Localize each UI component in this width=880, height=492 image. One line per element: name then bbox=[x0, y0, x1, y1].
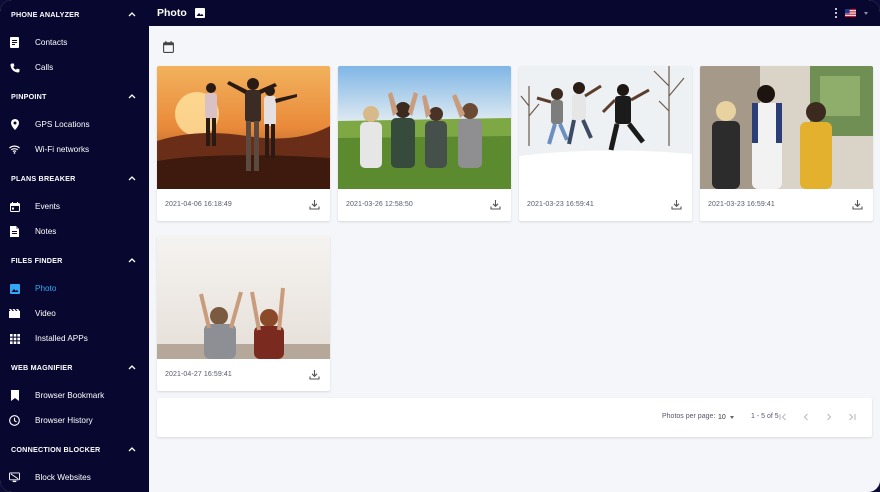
chevron-up-icon bbox=[127, 362, 137, 372]
sidebar-item-label: Wi-Fi networks bbox=[35, 145, 90, 154]
section-title: PLANS BREAKER bbox=[11, 173, 76, 183]
photo-card[interactable]: 2021-04-27 16:59:41 bbox=[157, 236, 330, 391]
bookmark-icon bbox=[9, 390, 20, 401]
photo-card[interactable]: 2021-03-23 16:59:41 bbox=[700, 66, 873, 221]
language-dropdown-caret[interactable] bbox=[864, 12, 868, 15]
first-page-icon[interactable] bbox=[777, 411, 789, 423]
sidebar-item-installed-apps[interactable]: Installed APPs bbox=[0, 326, 149, 351]
clock-icon bbox=[9, 415, 20, 426]
photo-gallery: 2021-04-06 16:18:49 2021-03-26 12:58:50 … bbox=[149, 26, 880, 492]
section-web-magnifier[interactable]: WEB MAGNIFIER bbox=[0, 354, 149, 380]
us-flag-icon[interactable] bbox=[845, 9, 856, 17]
location-pin-icon bbox=[9, 119, 20, 130]
chevron-up-icon bbox=[127, 255, 137, 265]
page-range: 1 - 5 of 5 bbox=[751, 413, 779, 420]
per-page-value: 10 bbox=[718, 413, 726, 421]
pagination-bar: Photos per page: 10 1 - 5 of 5 bbox=[157, 398, 872, 437]
image-icon bbox=[195, 8, 206, 19]
chevron-up-icon bbox=[127, 173, 137, 183]
photo-card[interactable]: 2021-04-06 16:18:49 bbox=[157, 66, 330, 221]
section-title: CONNECTION BLOCKER bbox=[11, 444, 101, 454]
section-pinpoint[interactable]: PINPOINT bbox=[0, 83, 149, 109]
sidebar-item-video[interactable]: Video bbox=[0, 301, 149, 326]
sidebar-item-events[interactable]: Events bbox=[0, 194, 149, 219]
photo-date: 2021-03-23 16:59:41 bbox=[708, 201, 775, 208]
photo-thumbnail[interactable] bbox=[519, 66, 692, 189]
photo-date: 2021-04-06 16:18:49 bbox=[165, 201, 232, 208]
sidebar-item-browser-history[interactable]: Browser History bbox=[0, 408, 149, 433]
sidebar-item-block-websites[interactable]: Block Websites bbox=[0, 465, 149, 490]
sidebar-item-label: Contacts bbox=[35, 38, 68, 47]
app-window: PHONE ANALYZER Contacts Calls PINPOINT G… bbox=[0, 0, 880, 492]
section-title: FILES FINDER bbox=[11, 255, 63, 265]
photo-card[interactable]: 2021-03-26 12:58:50 bbox=[338, 66, 511, 221]
date-filter-button[interactable] bbox=[162, 40, 174, 53]
sidebar-item-label: Block Websites bbox=[35, 473, 91, 482]
section-files-finder[interactable]: FILES FINDER bbox=[0, 247, 149, 273]
sidebar-item-label: Video bbox=[35, 309, 56, 318]
kebab-menu-icon[interactable] bbox=[834, 8, 838, 18]
sidebar: PHONE ANALYZER Contacts Calls PINPOINT G… bbox=[0, 0, 149, 492]
photo-thumbnail[interactable] bbox=[157, 236, 330, 359]
sidebar-item-label: Notes bbox=[35, 227, 57, 236]
section-title: PHONE ANALYZER bbox=[11, 9, 80, 19]
download-icon[interactable] bbox=[309, 369, 320, 380]
photo-card[interactable]: 2021-03-23 16:59:41 bbox=[519, 66, 692, 221]
image-icon bbox=[9, 283, 20, 294]
sidebar-item-photo[interactable]: Photo bbox=[0, 276, 149, 301]
photo-date: 2021-04-27 16:59:41 bbox=[165, 371, 232, 378]
sidebar-item-notes[interactable]: Notes bbox=[0, 219, 149, 244]
section-plans-breaker[interactable]: PLANS BREAKER bbox=[0, 165, 149, 191]
top-bar: Photo bbox=[149, 0, 880, 26]
chevron-up-icon bbox=[127, 9, 137, 19]
chevron-up-icon bbox=[127, 444, 137, 454]
video-icon bbox=[9, 308, 20, 319]
sidebar-item-label: Photo bbox=[35, 284, 57, 293]
sidebar-item-contacts[interactable]: Contacts bbox=[0, 30, 149, 55]
block-screen-icon bbox=[9, 472, 20, 483]
sidebar-item-label: Installed APPs bbox=[35, 334, 88, 343]
photo-thumbnail[interactable] bbox=[338, 66, 511, 189]
phone-icon bbox=[9, 62, 20, 73]
photo-date: 2021-03-23 16:59:41 bbox=[527, 201, 594, 208]
sidebar-item-label: Browser Bookmark bbox=[35, 391, 105, 400]
section-title: PINPOINT bbox=[11, 91, 47, 101]
sidebar-item-label: Browser History bbox=[35, 416, 93, 425]
calendar-icon bbox=[162, 40, 174, 53]
sidebar-item-browser-bookmark[interactable]: Browser Bookmark bbox=[0, 383, 149, 408]
photo-thumbnail[interactable] bbox=[157, 66, 330, 189]
note-icon bbox=[9, 226, 20, 237]
download-icon[interactable] bbox=[309, 199, 320, 210]
photo-date: 2021-03-26 12:58:50 bbox=[346, 201, 413, 208]
download-icon[interactable] bbox=[852, 199, 863, 210]
apps-grid-icon bbox=[9, 333, 20, 344]
sidebar-item-label: Events bbox=[35, 202, 61, 211]
sidebar-item-wifi-networks[interactable]: Wi-Fi networks bbox=[0, 137, 149, 162]
prev-page-icon[interactable] bbox=[800, 411, 812, 423]
chevron-up-icon bbox=[127, 91, 137, 101]
sidebar-item-gps-locations[interactable]: GPS Locations bbox=[0, 112, 149, 137]
section-phone-analyzer[interactable]: PHONE ANALYZER bbox=[0, 1, 149, 27]
last-page-icon[interactable] bbox=[846, 411, 858, 423]
caret-down-icon bbox=[729, 415, 734, 419]
section-connection-blocker[interactable]: CONNECTION BLOCKER bbox=[0, 436, 149, 462]
per-page-select[interactable]: 10 bbox=[718, 411, 734, 423]
contacts-icon bbox=[9, 37, 20, 48]
calendar-icon bbox=[9, 201, 20, 212]
per-page-label: Photos per page: bbox=[662, 413, 716, 420]
sidebar-item-calls[interactable]: Calls bbox=[0, 55, 149, 80]
wifi-icon bbox=[9, 144, 20, 155]
download-icon[interactable] bbox=[490, 199, 501, 210]
photo-thumbnail[interactable] bbox=[700, 66, 873, 189]
page-title: Photo bbox=[157, 7, 187, 19]
section-title: WEB MAGNIFIER bbox=[11, 362, 73, 372]
next-page-icon[interactable] bbox=[823, 411, 835, 423]
sidebar-item-label: Calls bbox=[35, 63, 54, 72]
sidebar-item-label: GPS Locations bbox=[35, 120, 90, 129]
download-icon[interactable] bbox=[671, 199, 682, 210]
